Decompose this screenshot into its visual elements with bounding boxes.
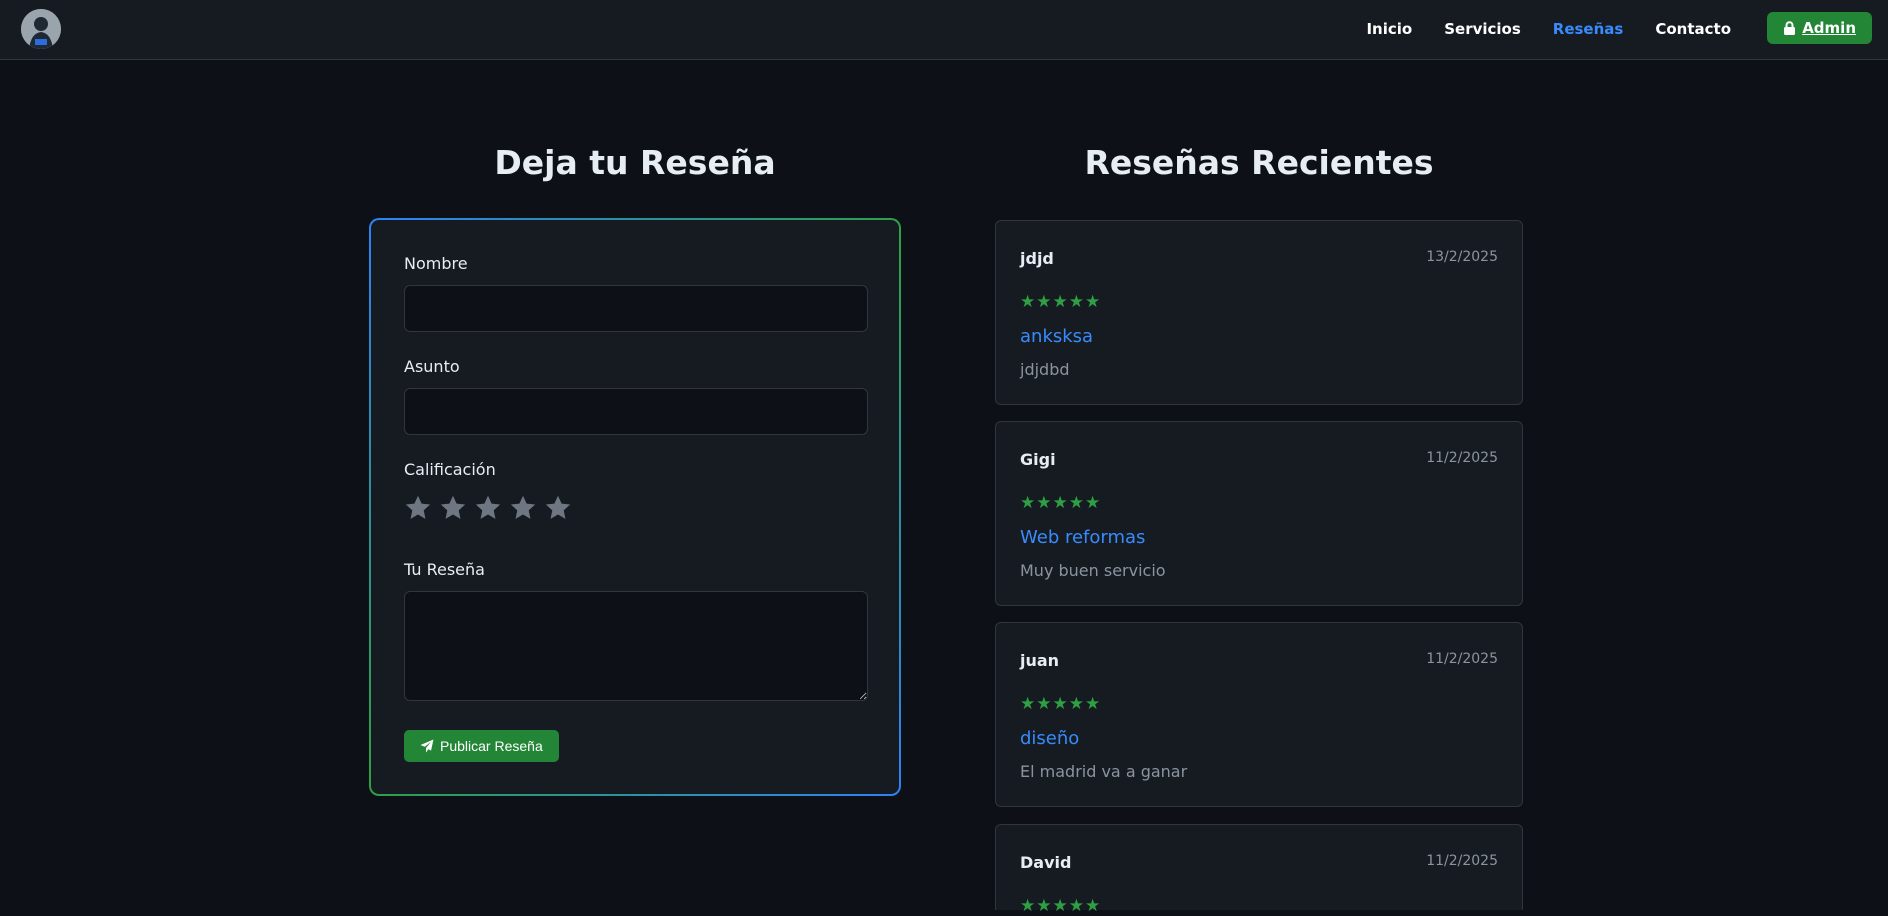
star-icon[interactable] bbox=[404, 494, 432, 522]
review-text: jdjdbd bbox=[1020, 360, 1070, 379]
nav-link-servicios[interactable]: Servicios bbox=[1444, 20, 1521, 38]
rating-label: Calificación bbox=[404, 460, 496, 479]
review-rating-stars: ★★★★★ bbox=[1020, 292, 1102, 312]
form-section-title: Deja tu Reseña bbox=[494, 143, 776, 182]
publish-review-button[interactable]: Publicar Reseña bbox=[404, 730, 559, 762]
review-date: 13/2/2025 bbox=[1426, 249, 1498, 265]
review-date: 11/2/2025 bbox=[1426, 651, 1498, 667]
review-subject: diseño bbox=[1020, 728, 1080, 749]
star-icon[interactable] bbox=[544, 494, 572, 522]
publish-button-label: Publicar Reseña bbox=[440, 738, 543, 754]
review-author: jdjd bbox=[1020, 249, 1054, 268]
avatar-image bbox=[21, 9, 61, 49]
subject-label: Asunto bbox=[404, 357, 460, 376]
review-card: jdjd 13/2/2025 ★★★★★ anksksa jdjdbd bbox=[995, 220, 1523, 405]
review-card: David 11/2/2025 ★★★★★ bbox=[995, 824, 1523, 916]
rating-stars bbox=[404, 494, 572, 522]
star-icon[interactable] bbox=[474, 494, 502, 522]
review-form-card: Nombre Asunto Calificación Tu Reseña Pub… bbox=[369, 218, 901, 796]
name-label: Nombre bbox=[404, 254, 468, 273]
review-author: juan bbox=[1020, 651, 1060, 670]
review-author: Gigi bbox=[1020, 450, 1056, 469]
nav-link-resenas[interactable]: Reseñas bbox=[1553, 20, 1624, 38]
nav-link-contacto[interactable]: Contacto bbox=[1655, 20, 1731, 38]
review-text: Muy buen servicio bbox=[1020, 561, 1166, 580]
review-text: El madrid va a ganar bbox=[1020, 762, 1188, 781]
review-rating-stars: ★★★★★ bbox=[1020, 896, 1102, 916]
review-author: David bbox=[1020, 853, 1072, 872]
nav-link-inicio[interactable]: Inicio bbox=[1366, 20, 1412, 38]
review-form: Nombre Asunto Calificación Tu Reseña Pub… bbox=[371, 220, 899, 794]
review-label: Tu Reseña bbox=[404, 560, 485, 579]
review-card: Gigi 11/2/2025 ★★★★★ Web reformas Muy bu… bbox=[995, 421, 1523, 606]
star-icon[interactable] bbox=[439, 494, 467, 522]
reviews-section-title: Reseñas Recientes bbox=[1084, 143, 1434, 182]
review-rating-stars: ★★★★★ bbox=[1020, 493, 1102, 513]
review-rating-stars: ★★★★★ bbox=[1020, 694, 1102, 714]
navbar: Inicio Servicios Reseñas Contacto Admin bbox=[0, 0, 1888, 60]
paper-plane-icon bbox=[420, 739, 434, 753]
star-icon[interactable] bbox=[509, 494, 537, 522]
subject-input[interactable] bbox=[404, 388, 868, 435]
review-subject: anksksa bbox=[1020, 326, 1094, 347]
main-nav: Inicio Servicios Reseñas Contacto bbox=[1366, 0, 1731, 58]
avatar[interactable] bbox=[21, 9, 61, 49]
name-input[interactable] bbox=[404, 285, 868, 332]
review-date: 11/2/2025 bbox=[1426, 853, 1498, 869]
lock-icon bbox=[1784, 21, 1796, 35]
review-card: juan 11/2/2025 ★★★★★ diseño El madrid va… bbox=[995, 622, 1523, 807]
review-subject: Web reformas bbox=[1020, 527, 1146, 548]
admin-button[interactable]: Admin bbox=[1767, 12, 1872, 44]
review-textarea[interactable] bbox=[404, 591, 868, 701]
review-date: 11/2/2025 bbox=[1426, 450, 1498, 466]
admin-button-label: Admin bbox=[1802, 19, 1856, 37]
